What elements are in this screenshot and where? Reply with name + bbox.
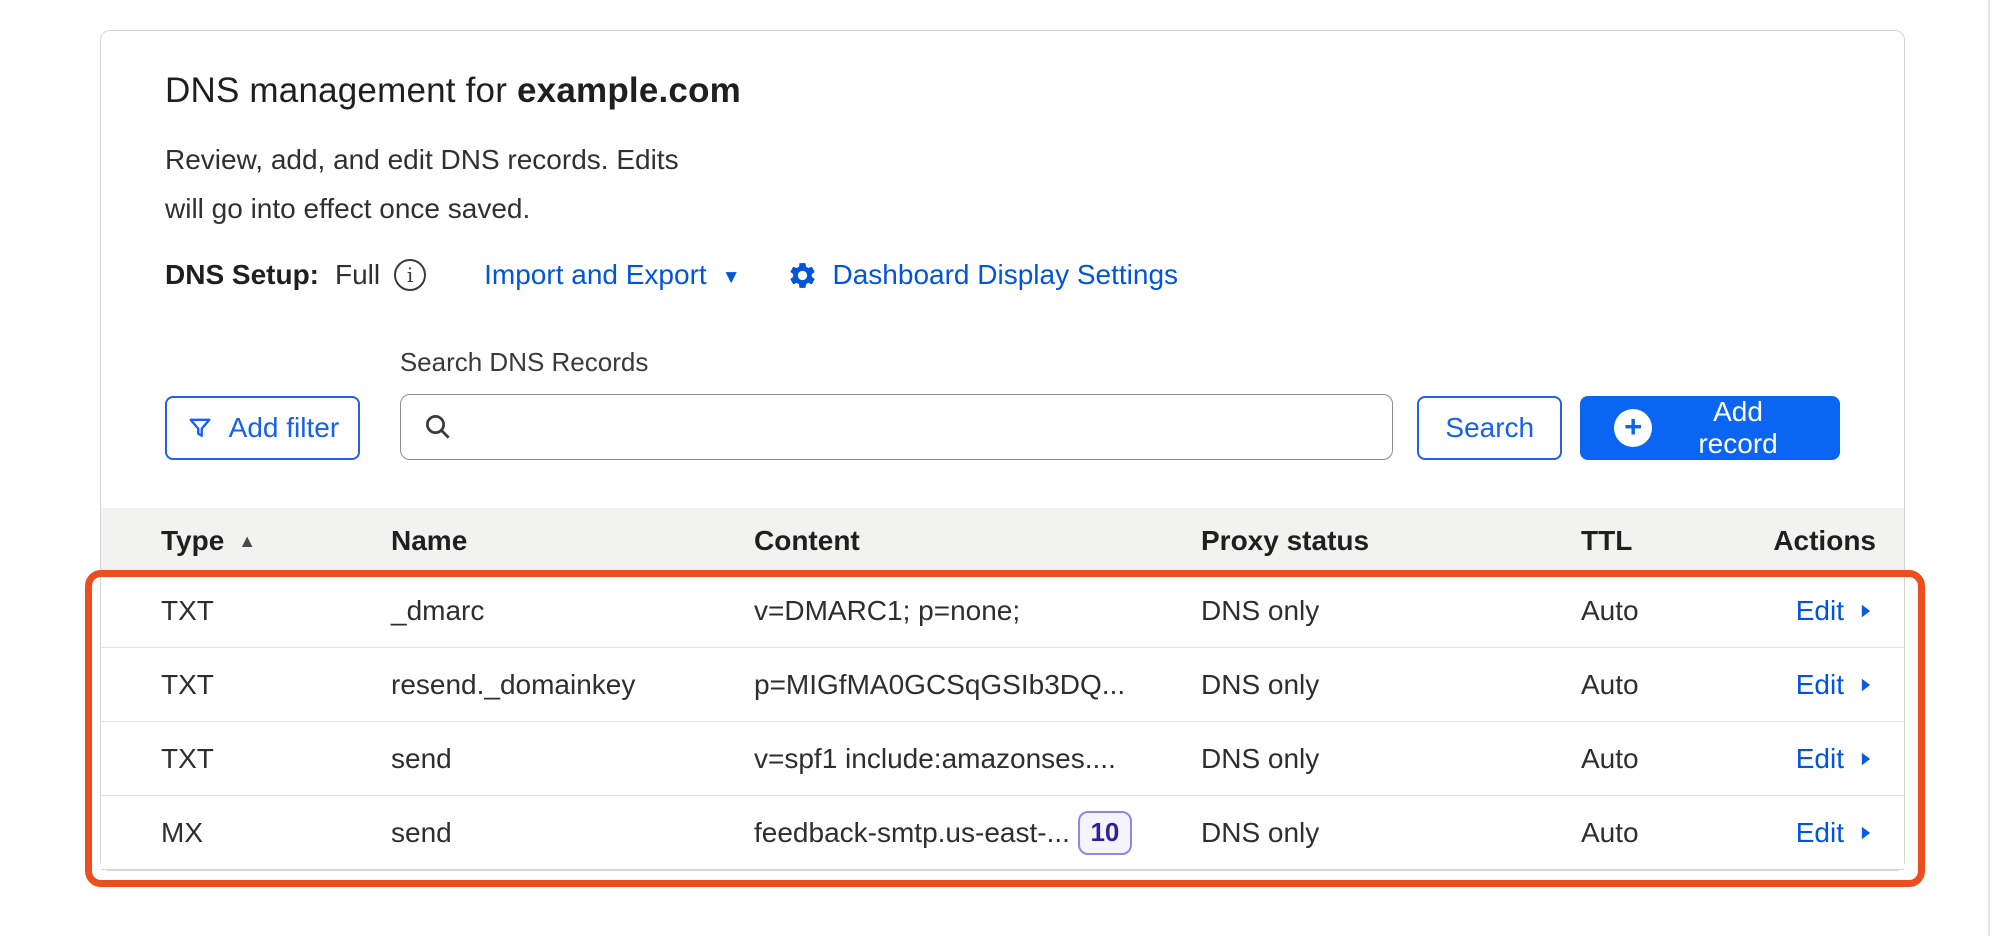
mx-priority-badge: 10 xyxy=(1078,811,1132,855)
search-button[interactable]: Search xyxy=(1417,396,1562,460)
plus-icon: + xyxy=(1614,409,1652,447)
import-export-link[interactable]: Import and Export ▼ xyxy=(484,259,740,291)
search-button-label: Search xyxy=(1445,412,1534,444)
gear-icon xyxy=(787,260,818,291)
cell-proxy-status: DNS only xyxy=(1201,669,1581,701)
search-input[interactable] xyxy=(469,410,1370,444)
cell-actions: Edit xyxy=(1751,817,1876,849)
table-body: TXT _dmarc v=DMARC1; p=none; DNS only Au… xyxy=(101,574,1904,870)
search-label: Search DNS Records xyxy=(400,347,1393,378)
cell-actions: Edit xyxy=(1751,595,1876,627)
page-title: DNS management for example.com xyxy=(101,71,1904,111)
add-filter-button[interactable]: Add filter xyxy=(165,396,360,460)
table-row: TXT send v=spf1 include:amazonses.... DN… xyxy=(101,722,1904,796)
table-header-row: Type ▲ Name Content Proxy status TTL Act… xyxy=(101,508,1904,574)
cell-name: send xyxy=(391,817,754,849)
filter-icon xyxy=(186,414,214,442)
chevron-down-icon: ▼ xyxy=(722,268,741,287)
cell-type: TXT xyxy=(161,743,391,775)
add-filter-label: Add filter xyxy=(229,412,340,444)
cell-type: TXT xyxy=(161,595,391,627)
caret-right-icon xyxy=(1856,673,1876,697)
cell-content: feedback-smtp.us-east-... 10 xyxy=(754,811,1201,855)
cell-ttl: Auto xyxy=(1581,817,1751,849)
add-record-label: Add record xyxy=(1670,396,1806,460)
cell-ttl: Auto xyxy=(1581,743,1751,775)
search-box xyxy=(400,394,1393,460)
cell-content-text: feedback-smtp.us-east-... xyxy=(754,817,1070,849)
caret-right-icon xyxy=(1856,821,1876,845)
cell-name: _dmarc xyxy=(391,595,754,627)
cell-proxy-status: DNS only xyxy=(1201,595,1581,627)
table-row: TXT _dmarc v=DMARC1; p=none; DNS only Au… xyxy=(101,574,1904,648)
dns-records-table: Type ▲ Name Content Proxy status TTL Act… xyxy=(101,508,1904,870)
page-title-prefix: DNS management for xyxy=(165,71,517,110)
column-header-proxy-status[interactable]: Proxy status xyxy=(1201,525,1581,557)
edit-record-button[interactable]: Edit xyxy=(1796,595,1876,627)
cell-actions: Edit xyxy=(1751,669,1876,701)
cell-name: send xyxy=(391,743,754,775)
cell-ttl: Auto xyxy=(1581,595,1751,627)
column-header-ttl[interactable]: TTL xyxy=(1581,525,1751,557)
column-header-actions: Actions xyxy=(1751,525,1876,557)
cell-proxy-status: DNS only xyxy=(1201,817,1581,849)
dns-management-card: DNS management for example.com Review, a… xyxy=(100,30,1905,871)
edit-record-button[interactable]: Edit xyxy=(1796,743,1876,775)
cell-proxy-status: DNS only xyxy=(1201,743,1581,775)
cell-name: resend._domainkey xyxy=(391,669,754,701)
add-record-button[interactable]: + Add record xyxy=(1580,396,1840,460)
import-export-label: Import and Export xyxy=(484,259,707,291)
cell-ttl: Auto xyxy=(1581,669,1751,701)
table-row: TXT resend._domainkey p=MIGfMA0GCSqGSIb3… xyxy=(101,648,1904,722)
dns-setup-value: Full xyxy=(335,259,380,291)
dashboard-display-settings-link[interactable]: Dashboard Display Settings xyxy=(787,259,1179,291)
info-icon[interactable]: i xyxy=(394,259,426,291)
caret-right-icon xyxy=(1856,599,1876,623)
search-group: Search DNS Records xyxy=(400,347,1393,460)
toolbar: Add filter Search DNS Records Search + A… xyxy=(101,347,1904,460)
cell-type: MX xyxy=(161,817,391,849)
dashboard-display-settings-label: Dashboard Display Settings xyxy=(833,259,1179,291)
page-subtitle: Review, add, and edit DNS records. Edits… xyxy=(101,135,751,233)
edit-record-button[interactable]: Edit xyxy=(1796,669,1876,701)
page-title-domain: example.com xyxy=(517,71,741,110)
caret-right-icon xyxy=(1856,747,1876,771)
edit-record-button[interactable]: Edit xyxy=(1796,817,1876,849)
dns-setup-row: DNS Setup: Full i Import and Export ▼ Da… xyxy=(101,259,1904,291)
sort-ascending-icon: ▲ xyxy=(238,531,256,552)
cell-content: p=MIGfMA0GCSqGSIb3DQ... xyxy=(754,669,1201,701)
cell-actions: Edit xyxy=(1751,743,1876,775)
column-header-type[interactable]: Type ▲ xyxy=(161,525,391,557)
dns-setup-label: DNS Setup: xyxy=(165,259,319,291)
cell-type: TXT xyxy=(161,669,391,701)
window-right-edge xyxy=(1988,0,1990,936)
column-header-name[interactable]: Name xyxy=(391,525,754,557)
cell-content: v=spf1 include:amazonses.... xyxy=(754,743,1201,775)
table-row: MX send feedback-smtp.us-east-... 10 DNS… xyxy=(101,796,1904,870)
search-icon xyxy=(423,412,453,442)
cell-content: v=DMARC1; p=none; xyxy=(754,595,1201,627)
column-header-content[interactable]: Content xyxy=(754,525,1201,557)
